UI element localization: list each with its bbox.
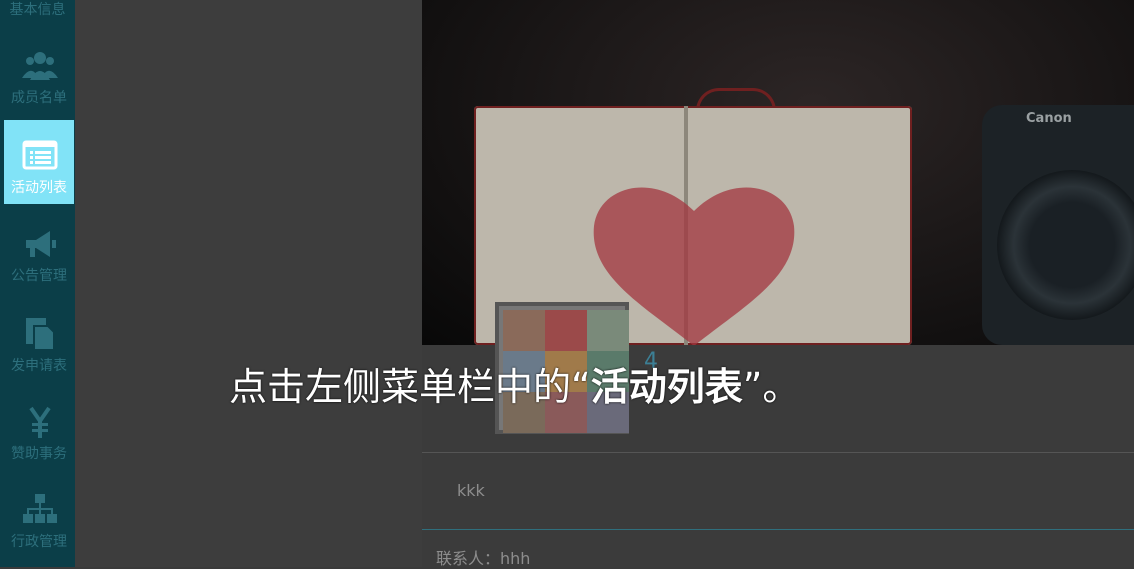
org-chart-icon bbox=[23, 494, 57, 523]
divider bbox=[422, 529, 1134, 530]
megaphone-icon bbox=[26, 231, 56, 257]
instruction-highlight: 活动列表 bbox=[590, 365, 743, 409]
tutorial-instruction: 点击左侧菜单栏中的“活动列表”。 bbox=[229, 356, 800, 411]
sidebar-item-announcements[interactable]: 公告管理 bbox=[4, 208, 74, 292]
divider bbox=[422, 452, 1134, 453]
sidebar: 基本信息 成员名单 活动列表 公告管理 发申请表 赞助事务 行政管理 bbox=[0, 0, 75, 567]
sidebar-item-members[interactable]: 成员名单 bbox=[4, 30, 74, 114]
camera-brand: Canon bbox=[1026, 111, 1072, 126]
activity-cover-image: Canon bbox=[422, 0, 1134, 345]
contact-line: 联系人：hhh bbox=[436, 545, 530, 569]
sidebar-item-application-form[interactable]: 发申请表 bbox=[4, 298, 74, 382]
sidebar-item-label: 成员名单 bbox=[11, 90, 67, 106]
instruction-prefix: 点击左侧菜单栏中的“ bbox=[229, 365, 591, 409]
activity-description: kkk bbox=[457, 481, 485, 500]
users-icon bbox=[22, 52, 58, 80]
sidebar-item-sponsorship[interactable]: 赞助事务 bbox=[4, 386, 74, 470]
yen-icon bbox=[29, 406, 51, 438]
sidebar-item-label: 活动列表 bbox=[11, 180, 67, 196]
sidebar-item-label: 公告管理 bbox=[11, 268, 67, 284]
contact-value: hhh bbox=[500, 549, 531, 568]
document-icon bbox=[26, 318, 55, 351]
list-icon bbox=[22, 140, 58, 170]
sidebar-item-activity-list[interactable]: 活动列表 bbox=[4, 120, 74, 204]
instruction-suffix: ”。 bbox=[742, 365, 801, 409]
sidebar-item-label: 赞助事务 bbox=[11, 446, 67, 462]
camera-lens bbox=[997, 170, 1134, 320]
dimmed-panel bbox=[75, 0, 422, 567]
sidebar-item-basic-info[interactable]: 基本信息 bbox=[0, 0, 75, 26]
sidebar-item-label: 发申请表 bbox=[11, 358, 67, 374]
contact-label: 联系人： bbox=[436, 549, 501, 568]
sidebar-item-administration[interactable]: 行政管理 bbox=[4, 474, 74, 558]
sidebar-item-label: 行政管理 bbox=[11, 534, 67, 550]
